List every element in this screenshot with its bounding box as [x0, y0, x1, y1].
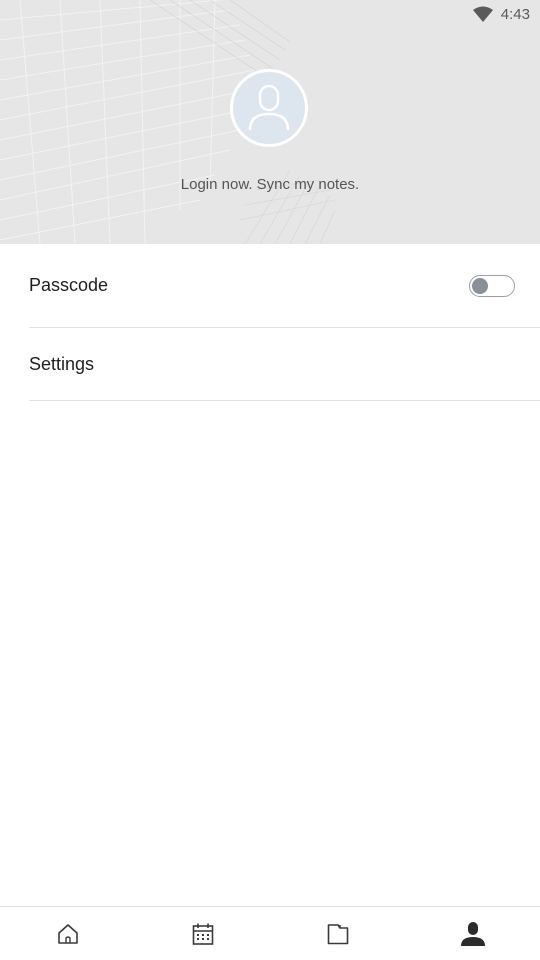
login-sync-link[interactable]: Login now. Sync my notes.	[0, 176, 540, 193]
wifi-icon	[472, 6, 493, 22]
nav-calendar[interactable]	[173, 907, 233, 960]
user-avatar[interactable]	[230, 69, 308, 147]
bottom-navigation	[0, 906, 540, 960]
profile-header: 4:43 Login now. Sync my notes.	[0, 0, 540, 244]
status-time: 4:43	[500, 5, 530, 23]
nav-folder[interactable]	[308, 907, 368, 960]
calendar-icon	[192, 923, 213, 945]
settings-label: Settings	[29, 353, 95, 374]
home-icon	[57, 923, 78, 944]
folder-icon	[327, 923, 348, 944]
toggle-knob	[472, 277, 488, 294]
nav-profile[interactable]	[443, 907, 503, 960]
status-bar: 4:43	[0, 0, 540, 28]
settings-menu: Passcode Settings	[0, 244, 540, 401]
passcode-row[interactable]: Passcode	[29, 244, 540, 328]
profile-icon	[460, 921, 485, 946]
settings-row[interactable]: Settings	[29, 328, 540, 401]
passcode-toggle[interactable]	[469, 274, 515, 297]
user-avatar-icon	[248, 84, 290, 131]
passcode-label: Passcode	[29, 275, 109, 295]
nav-home[interactable]	[38, 907, 98, 960]
